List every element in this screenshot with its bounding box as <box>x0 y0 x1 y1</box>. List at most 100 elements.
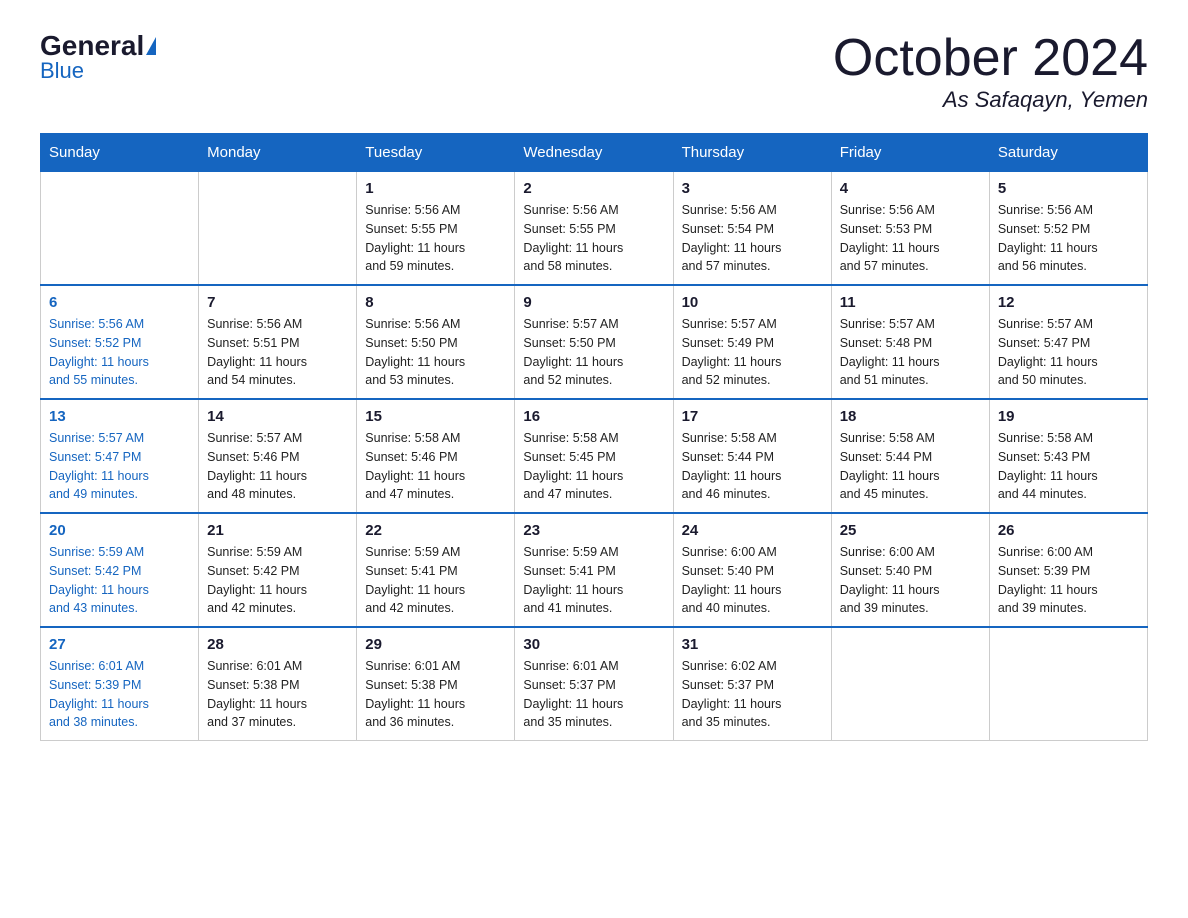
day-info: Sunrise: 5:56 AMSunset: 5:52 PMDaylight:… <box>998 201 1139 276</box>
calendar-cell: 21 Sunrise: 5:59 AMSunset: 5:42 PMDayligh… <box>199 513 357 627</box>
day-info: Sunrise: 6:01 AMSunset: 5:38 PMDaylight:… <box>207 657 348 732</box>
day-number: 5 <box>998 180 1139 197</box>
location-title: As Safaqayn, Yemen <box>833 87 1148 113</box>
day-number: 13 <box>49 408 190 425</box>
calendar-cell: 8Sunrise: 5:56 AMSunset: 5:50 PMDaylight… <box>357 285 515 399</box>
day-number: 7 <box>207 294 348 311</box>
calendar-cell: 23 Sunrise: 5:59 AMSunset: 5:41 PMDayligh… <box>515 513 673 627</box>
day-number: 17 <box>682 408 823 425</box>
day-info: Sunrise: 5:58 AMSunset: 5:46 PMDaylight:… <box>365 429 506 504</box>
calendar-cell: 22 Sunrise: 5:59 AMSunset: 5:41 PMDayligh… <box>357 513 515 627</box>
col-wednesday: Wednesday <box>515 134 673 172</box>
page-header: General Blue October 2024 As Safaqayn, Y… <box>40 30 1148 113</box>
calendar-cell <box>41 172 199 286</box>
day-number: 3 <box>682 180 823 197</box>
calendar-cell: 16 Sunrise: 5:58 AMSunset: 5:45 PMDayligh… <box>515 399 673 513</box>
calendar-cell: 19Sunrise: 5:58 AMSunset: 5:43 PMDayligh… <box>989 399 1147 513</box>
col-friday: Friday <box>831 134 989 172</box>
col-monday: Monday <box>199 134 357 172</box>
calendar-cell: 29 Sunrise: 6:01 AMSunset: 5:38 PMDayligh… <box>357 627 515 741</box>
calendar-table: Sunday Monday Tuesday Wednesday Thursday… <box>40 133 1148 741</box>
calendar-week-row: 20Sunrise: 5:59 AMSunset: 5:42 PMDayligh… <box>41 513 1148 627</box>
day-info: Sunrise: 5:56 AMSunset: 5:53 PMDaylight:… <box>840 201 981 276</box>
calendar-week-row: 6Sunrise: 5:56 AMSunset: 5:52 PMDaylight… <box>41 285 1148 399</box>
calendar-cell: 1 Sunrise: 5:56 AMSunset: 5:55 PMDaylight… <box>357 172 515 286</box>
title-section: October 2024 As Safaqayn, Yemen <box>833 30 1148 113</box>
calendar-cell: 4 Sunrise: 5:56 AMSunset: 5:53 PMDaylight… <box>831 172 989 286</box>
day-number: 31 <box>682 636 823 653</box>
calendar-cell: 15 Sunrise: 5:58 AMSunset: 5:46 PMDayligh… <box>357 399 515 513</box>
calendar-cell: 17 Sunrise: 5:58 AMSunset: 5:44 PMDayligh… <box>673 399 831 513</box>
col-thursday: Thursday <box>673 134 831 172</box>
day-info: Sunrise: 5:59 AMSunset: 5:42 PMDaylight:… <box>207 543 348 618</box>
col-sunday: Sunday <box>41 134 199 172</box>
calendar-cell: 20Sunrise: 5:59 AMSunset: 5:42 PMDayligh… <box>41 513 199 627</box>
day-info: Sunrise: 5:57 AMSunset: 5:49 PMDaylight:… <box>682 315 823 390</box>
day-number: 28 <box>207 636 348 653</box>
calendar-cell: 11 Sunrise: 5:57 AMSunset: 5:48 PMDayligh… <box>831 285 989 399</box>
calendar-week-row: 27 Sunrise: 6:01 AMSunset: 5:39 PMDayligh… <box>41 627 1148 741</box>
calendar-cell: 2 Sunrise: 5:56 AMSunset: 5:55 PMDaylight… <box>515 172 673 286</box>
day-info: Sunrise: 6:00 AMSunset: 5:40 PMDaylight:… <box>682 543 823 618</box>
calendar-cell: 10 Sunrise: 5:57 AMSunset: 5:49 PMDayligh… <box>673 285 831 399</box>
day-number: 23 <box>523 522 664 539</box>
day-info: Sunrise: 6:01 AMSunset: 5:38 PMDaylight:… <box>365 657 506 732</box>
day-number: 1 <box>365 180 506 197</box>
day-number: 29 <box>365 636 506 653</box>
day-number: 18 <box>840 408 981 425</box>
day-info: Sunrise: 6:00 AMSunset: 5:39 PMDaylight:… <box>998 543 1139 618</box>
calendar-cell: 7Sunrise: 5:56 AMSunset: 5:51 PMDaylight… <box>199 285 357 399</box>
day-number: 16 <box>523 408 664 425</box>
day-number: 2 <box>523 180 664 197</box>
day-info: Sunrise: 5:57 AMSunset: 5:46 PMDaylight:… <box>207 429 348 504</box>
day-number: 30 <box>523 636 664 653</box>
calendar-cell: 31Sunrise: 6:02 AMSunset: 5:37 PMDayligh… <box>673 627 831 741</box>
day-info: Sunrise: 5:59 AMSunset: 5:41 PMDaylight:… <box>365 543 506 618</box>
day-number: 22 <box>365 522 506 539</box>
day-number: 15 <box>365 408 506 425</box>
day-number: 8 <box>365 294 506 311</box>
calendar-week-row: 1 Sunrise: 5:56 AMSunset: 5:55 PMDaylight… <box>41 172 1148 286</box>
calendar-week-row: 13 Sunrise: 5:57 AMSunset: 5:47 PMDayligh… <box>41 399 1148 513</box>
calendar-cell: 28 Sunrise: 6:01 AMSunset: 5:38 PMDayligh… <box>199 627 357 741</box>
day-number: 27 <box>49 636 190 653</box>
day-info: Sunrise: 6:01 AMSunset: 5:39 PMDaylight:… <box>49 657 190 732</box>
calendar-cell <box>199 172 357 286</box>
logo: General Blue <box>40 30 158 84</box>
calendar-cell: 12 Sunrise: 5:57 AMSunset: 5:47 PMDayligh… <box>989 285 1147 399</box>
calendar-cell: 3 Sunrise: 5:56 AMSunset: 5:54 PMDaylight… <box>673 172 831 286</box>
month-title: October 2024 <box>833 30 1148 87</box>
calendar-cell: 24 Sunrise: 6:00 AMSunset: 5:40 PMDayligh… <box>673 513 831 627</box>
day-info: Sunrise: 5:57 AMSunset: 5:47 PMDaylight:… <box>49 429 190 504</box>
day-info: Sunrise: 5:59 AMSunset: 5:42 PMDaylight:… <box>49 543 190 618</box>
day-info: Sunrise: 5:57 AMSunset: 5:48 PMDaylight:… <box>840 315 981 390</box>
day-number: 12 <box>998 294 1139 311</box>
day-info: Sunrise: 5:56 AMSunset: 5:55 PMDaylight:… <box>523 201 664 276</box>
day-number: 10 <box>682 294 823 311</box>
day-info: Sunrise: 5:56 AMSunset: 5:54 PMDaylight:… <box>682 201 823 276</box>
col-tuesday: Tuesday <box>357 134 515 172</box>
day-number: 6 <box>49 294 190 311</box>
day-number: 4 <box>840 180 981 197</box>
day-number: 11 <box>840 294 981 311</box>
day-number: 19 <box>998 408 1139 425</box>
col-saturday: Saturday <box>989 134 1147 172</box>
day-info: Sunrise: 5:57 AMSunset: 5:50 PMDaylight:… <box>523 315 664 390</box>
calendar-cell <box>989 627 1147 741</box>
calendar-cell: 13 Sunrise: 5:57 AMSunset: 5:47 PMDayligh… <box>41 399 199 513</box>
logo-blue-text: Blue <box>40 58 84 84</box>
calendar-header-row: Sunday Monday Tuesday Wednesday Thursday… <box>41 134 1148 172</box>
day-info: Sunrise: 5:59 AMSunset: 5:41 PMDaylight:… <box>523 543 664 618</box>
calendar-cell: 9 Sunrise: 5:57 AMSunset: 5:50 PMDaylight… <box>515 285 673 399</box>
calendar-cell: 25Sunrise: 6:00 AMSunset: 5:40 PMDayligh… <box>831 513 989 627</box>
day-info: Sunrise: 5:58 AMSunset: 5:45 PMDaylight:… <box>523 429 664 504</box>
calendar-cell: 14Sunrise: 5:57 AMSunset: 5:46 PMDayligh… <box>199 399 357 513</box>
calendar-cell: 18Sunrise: 5:58 AMSunset: 5:44 PMDayligh… <box>831 399 989 513</box>
day-number: 9 <box>523 294 664 311</box>
day-number: 26 <box>998 522 1139 539</box>
day-info: Sunrise: 5:56 AMSunset: 5:55 PMDaylight:… <box>365 201 506 276</box>
day-info: Sunrise: 5:58 AMSunset: 5:44 PMDaylight:… <box>682 429 823 504</box>
day-number: 24 <box>682 522 823 539</box>
day-info: Sunrise: 5:57 AMSunset: 5:47 PMDaylight:… <box>998 315 1139 390</box>
day-number: 21 <box>207 522 348 539</box>
